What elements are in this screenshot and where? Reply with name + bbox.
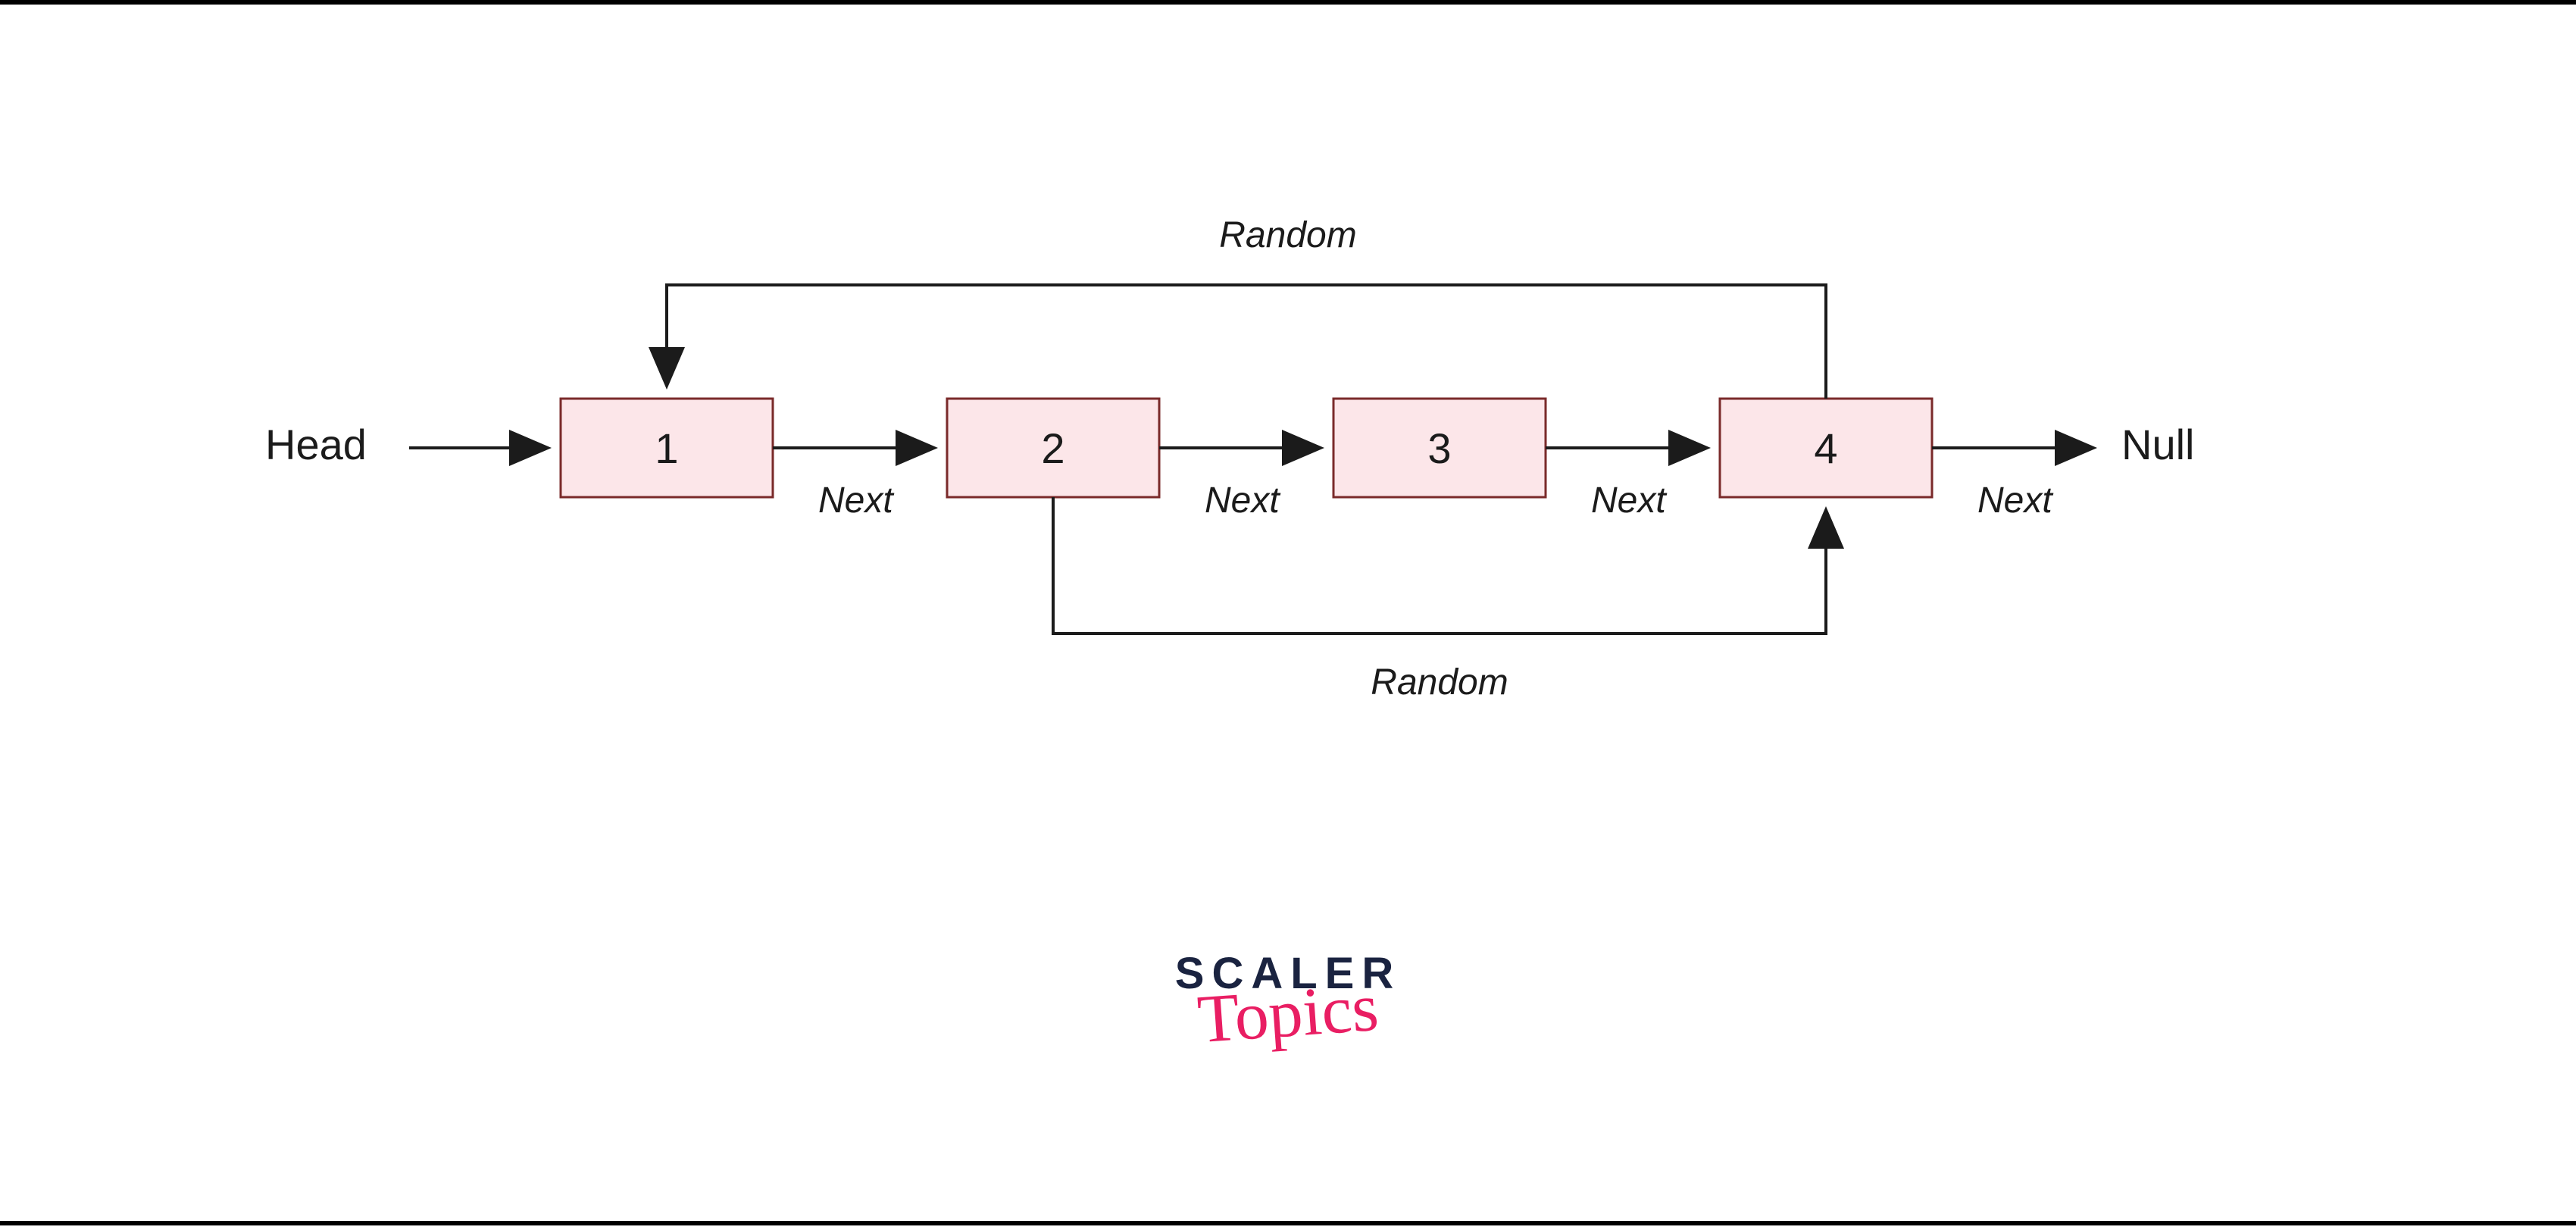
next-label-1: Next [818,480,894,521]
random-label-top: Random [1219,215,1356,255]
head-label: Head [265,421,367,468]
node-2-value: 2 [1041,424,1064,472]
node-1-value: 1 [655,424,678,472]
random-arrow-bottom [1053,497,1826,634]
brand-logo: SCALER Topics [1136,952,1440,1041]
node-4-value: 4 [1814,424,1837,472]
random-label-bottom: Random [1371,662,1508,703]
diagram-frame: Head 1 Next 2 Next 3 Next 4 Next Null Ra… [0,0,2576,1225]
node-3-value: 3 [1427,424,1451,472]
next-label-3: Next [1591,480,1667,521]
random-arrow-top [667,285,1826,399]
next-label-4: Next [1977,480,2053,521]
next-label-2: Next [1205,480,1280,521]
null-label: Null [2121,421,2194,468]
